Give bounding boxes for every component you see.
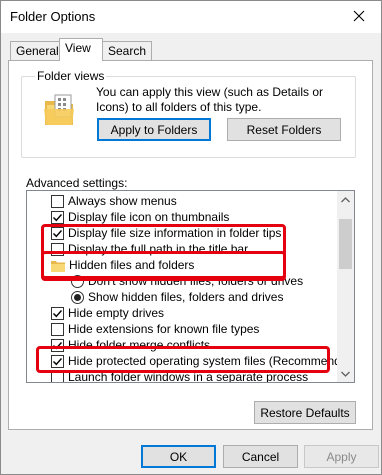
scroll-up-button[interactable]: [337, 191, 354, 208]
checkbox[interactable]: [51, 194, 64, 208]
checkbox[interactable]: [51, 338, 64, 352]
scroll-down-button[interactable]: [337, 365, 354, 382]
folder-icon: [44, 94, 74, 125]
reset-folders-label: Reset Folders: [246, 122, 322, 137]
list-item-label: Display file icon on thumbnails: [68, 210, 230, 224]
tab-general[interactable]: General: [10, 41, 65, 60]
cancel-button[interactable]: Cancel: [223, 445, 298, 468]
list-item[interactable]: Display the full path in the title bar: [51, 241, 248, 257]
reset-folders-button[interactable]: Reset Folders: [227, 118, 341, 141]
apply-to-folders-button[interactable]: Apply to Folders: [97, 118, 211, 141]
list-item-label: Hide folder merge conflicts: [68, 338, 211, 352]
checkbox[interactable]: [51, 322, 64, 336]
checkbox[interactable]: [51, 242, 64, 256]
radio-button[interactable]: [71, 290, 84, 304]
list-item[interactable]: Display file size information in folder …: [51, 225, 281, 241]
cancel-label: Cancel: [241, 449, 280, 464]
restore-defaults-label: Restore Defaults: [260, 405, 350, 420]
list-item-label: Don't show hidden files, folders or driv…: [88, 274, 304, 288]
checkbox[interactable]: [51, 354, 64, 368]
list-item-label: Launch folder windows in a separate proc…: [68, 370, 309, 383]
close-button[interactable]: [341, 3, 377, 29]
chevron-up-icon: [341, 196, 350, 202]
advanced-settings-label: Advanced settings:: [26, 176, 128, 190]
checkbox[interactable]: [51, 210, 64, 224]
list-item-label: Show hidden files, folders and drives: [88, 290, 284, 304]
advanced-settings-list[interactable]: Always show menus Display file icon on t…: [26, 190, 355, 383]
apply-to-folders-label: Apply to Folders: [110, 122, 198, 137]
list-item[interactable]: Don't show hidden files, folders or driv…: [71, 273, 303, 289]
list-item-label: Display file size information in folder …: [68, 226, 282, 240]
ok-button[interactable]: OK: [141, 445, 216, 468]
ok-label: OK: [169, 449, 188, 464]
window-title: Folder Options: [10, 9, 96, 24]
checkbox[interactable]: [51, 306, 64, 320]
tab-search[interactable]: Search: [102, 41, 153, 60]
restore-defaults-button[interactable]: Restore Defaults: [254, 401, 356, 424]
list-item[interactable]: Hide empty drives: [51, 305, 164, 321]
checkbox[interactable]: [51, 370, 64, 382]
scroll-thumb[interactable]: [339, 219, 352, 269]
checkbox[interactable]: [51, 226, 64, 240]
list-item[interactable]: Hide protected operating system files (R…: [51, 353, 355, 369]
tab-view[interactable]: View: [59, 38, 103, 61]
list-item[interactable]: Show hidden files, folders and drives: [71, 289, 283, 305]
radio-dot: [74, 293, 81, 301]
folder-icon: [51, 260, 65, 272]
folder-options-dialog: Folder Options General View Search Folde…: [0, 0, 382, 475]
list-item-label: Hide empty drives: [68, 306, 165, 320]
tab-general-label: General: [16, 44, 59, 58]
close-icon: [353, 10, 365, 22]
check-icon: [53, 229, 63, 237]
tab-search-label: Search: [108, 44, 147, 58]
check-icon: [53, 309, 63, 317]
radio-button[interactable]: [71, 274, 84, 288]
check-icon: [53, 357, 63, 365]
folder-views-label: Folder views: [35, 69, 107, 83]
list-item[interactable]: Display file icon on thumbnails: [51, 209, 229, 225]
vertical-scrollbar[interactable]: [337, 191, 354, 382]
apply-button[interactable]: Apply: [304, 445, 379, 468]
check-icon: [53, 213, 63, 221]
list-item-label: Always show menus: [68, 194, 177, 208]
list-item[interactable]: Always show menus: [51, 193, 177, 209]
list-item-label: Hide protected operating system files (R…: [68, 354, 355, 368]
list-item-label: Display the full path in the title bar: [68, 242, 249, 256]
list-item[interactable]: Launch folder windows in a separate proc…: [51, 369, 309, 383]
list-item-label: Hidden files and folders: [69, 258, 195, 272]
list-item-label: Hide extensions for known file types: [68, 322, 260, 336]
check-icon: [53, 341, 63, 349]
list-item[interactable]: Hide folder merge conflicts: [51, 337, 210, 353]
apply-label: Apply: [326, 449, 357, 464]
list-item[interactable]: Hidden files and folders: [51, 257, 194, 273]
folder-views-description: You can apply this view (such as Details…: [96, 85, 324, 114]
chevron-down-icon: [341, 371, 350, 377]
list-item[interactable]: Hide extensions for known file types: [51, 321, 259, 337]
tab-view-label: View: [65, 41, 91, 55]
title-bar: Folder Options: [1, 1, 381, 33]
